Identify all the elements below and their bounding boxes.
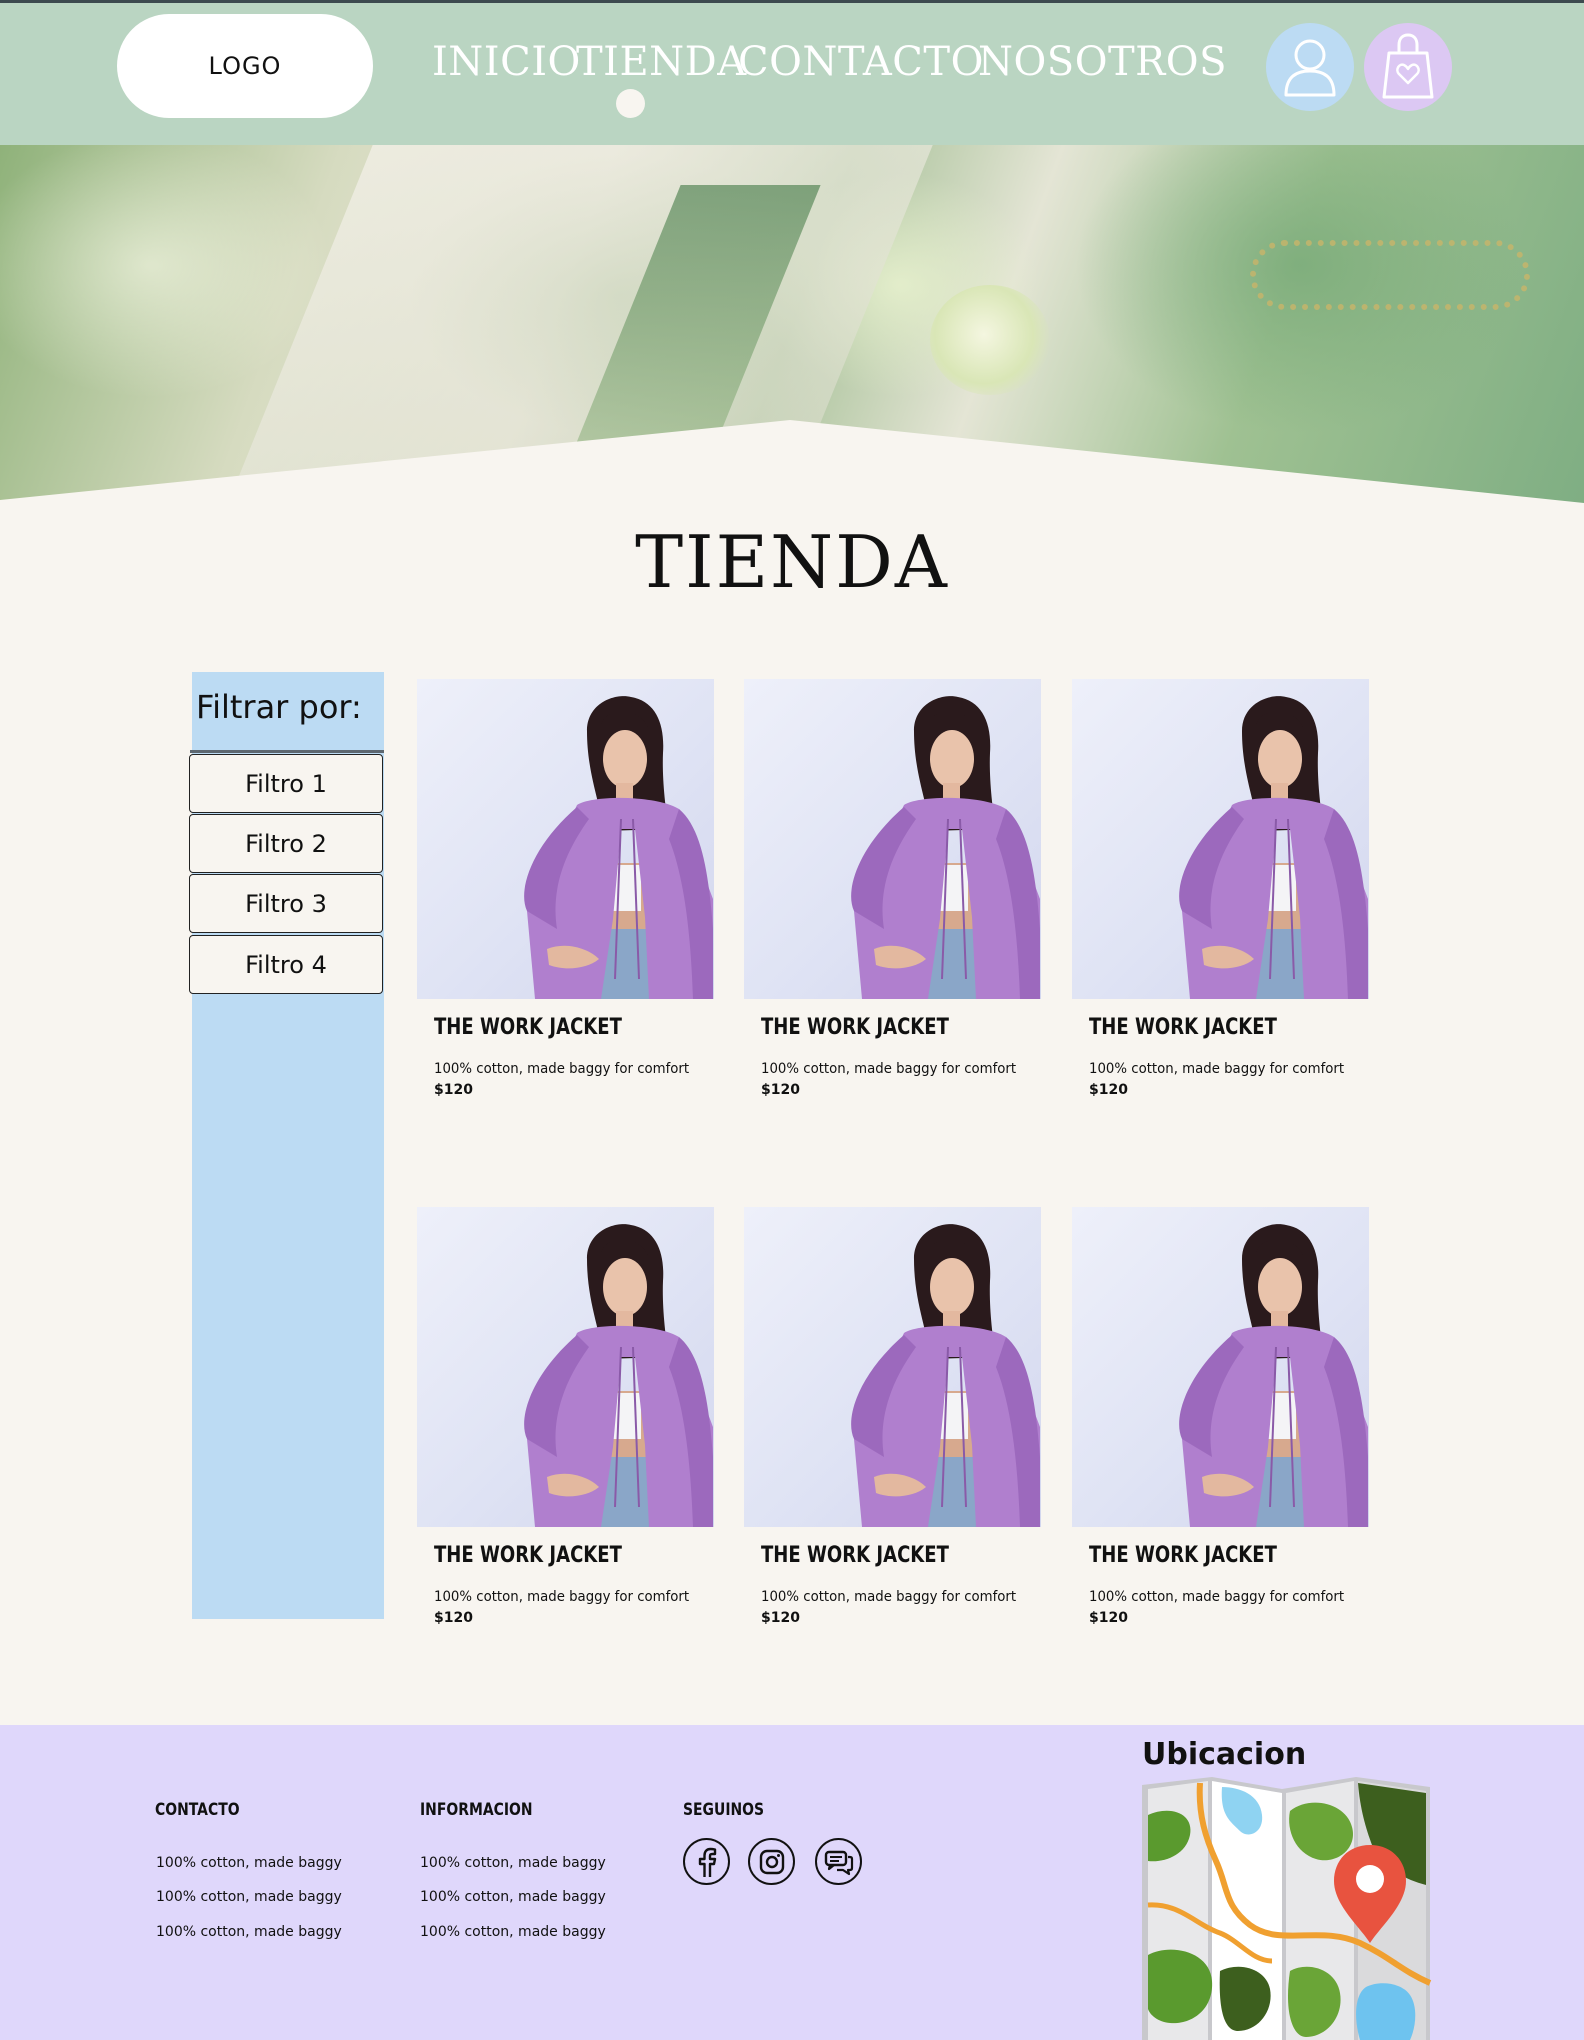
product-price: $120 <box>761 1082 800 1098</box>
filter-button-1[interactable]: Filtro 1 <box>189 754 383 813</box>
product-description: 100% cotton, made baggy for comfort <box>434 1061 690 1077</box>
product-image[interactable] <box>417 1207 714 1527</box>
filter-button-3[interactable]: Filtro 3 <box>189 874 383 933</box>
footer-informacion-link[interactable]: 100% cotton, made baggy <box>420 1855 606 1871</box>
filter-divider <box>190 750 384 753</box>
chat-button[interactable] <box>815 1838 862 1885</box>
nav-nosotros[interactable]: NOSOTROS <box>978 37 1227 87</box>
product-price: $120 <box>1089 1082 1128 1098</box>
product-description: 100% cotton, made baggy for comfort <box>434 1589 690 1605</box>
filter-heading: Filtrar por: <box>196 688 362 726</box>
product-price: $120 <box>1089 1610 1128 1626</box>
product-photo-illustration <box>524 1224 713 1527</box>
nav-inicio[interactable]: INICIO <box>432 37 581 87</box>
user-account-button[interactable] <box>1266 23 1354 111</box>
product-name[interactable]: THE WORK JACKET <box>761 1015 949 1040</box>
product-description: 100% cotton, made baggy for comfort <box>1089 1061 1345 1077</box>
footer-contacto-link[interactable]: 100% cotton, made baggy <box>156 1855 342 1871</box>
footer-contacto-link[interactable]: 100% cotton, made baggy <box>156 1924 342 1940</box>
map-title: Ubicacion <box>1142 1737 1307 1772</box>
hero-divider <box>0 420 1584 505</box>
product-name[interactable]: THE WORK JACKET <box>1089 1543 1277 1568</box>
product-name[interactable]: THE WORK JACKET <box>761 1543 949 1568</box>
product-description: 100% cotton, made baggy for comfort <box>761 1061 1017 1077</box>
page-title: TIENDA <box>635 520 949 604</box>
product-photo-illustration <box>524 696 713 999</box>
product-image[interactable] <box>1072 679 1369 999</box>
product-image[interactable] <box>744 679 1041 999</box>
header: LOGO INICIO TIENDA CONTACTO NOSOTROS <box>0 0 1584 145</box>
nav-contacto[interactable]: CONTACTO <box>738 37 984 87</box>
product-photo-illustration <box>851 696 1040 999</box>
facebook-button[interactable] <box>683 1838 730 1885</box>
active-nav-indicator <box>616 89 645 118</box>
product-description: 100% cotton, made baggy for comfort <box>761 1589 1017 1605</box>
shopping-bag-heart-icon <box>1382 33 1434 99</box>
footer-contacto-link[interactable]: 100% cotton, made baggy <box>156 1889 342 1905</box>
product-name[interactable]: THE WORK JACKET <box>434 1543 622 1568</box>
product-image[interactable] <box>744 1207 1041 1527</box>
product-photo-illustration <box>1179 696 1368 999</box>
footer-informacion-link[interactable]: 100% cotton, made baggy <box>420 1924 606 1940</box>
nav-tienda[interactable]: TIENDA <box>576 37 747 87</box>
footer-seguinos-heading: SEGUINOS <box>683 1800 765 1820</box>
map-icon[interactable] <box>1140 1775 1432 2040</box>
product-photo-illustration <box>1179 1224 1368 1527</box>
hero-banner <box>0 145 1584 505</box>
product-image[interactable] <box>1072 1207 1369 1527</box>
product-price: $120 <box>761 1610 800 1626</box>
logo[interactable]: LOGO <box>117 14 373 118</box>
product-photo-illustration <box>851 1224 1040 1527</box>
footer-contacto-heading: CONTACTO <box>155 1800 240 1820</box>
footer-informacion-link[interactable]: 100% cotton, made baggy <box>420 1889 606 1905</box>
filter-button-4[interactable]: Filtro 4 <box>189 935 383 994</box>
product-description: 100% cotton, made baggy for comfort <box>1089 1589 1345 1605</box>
product-name[interactable]: THE WORK JACKET <box>1089 1015 1277 1040</box>
instagram-icon <box>759 1849 784 1874</box>
cart-button[interactable] <box>1364 23 1452 111</box>
product-image[interactable] <box>417 679 714 999</box>
facebook-icon <box>698 1847 716 1877</box>
instagram-button[interactable] <box>748 1838 795 1885</box>
footer-informacion-heading: INFORMACION <box>420 1800 533 1820</box>
user-icon <box>1284 39 1336 97</box>
filter-button-2[interactable]: Filtro 2 <box>189 814 383 873</box>
product-name[interactable]: THE WORK JACKET <box>434 1015 622 1040</box>
product-price: $120 <box>434 1610 473 1626</box>
product-price: $120 <box>434 1082 473 1098</box>
chat-icon <box>824 1850 853 1875</box>
